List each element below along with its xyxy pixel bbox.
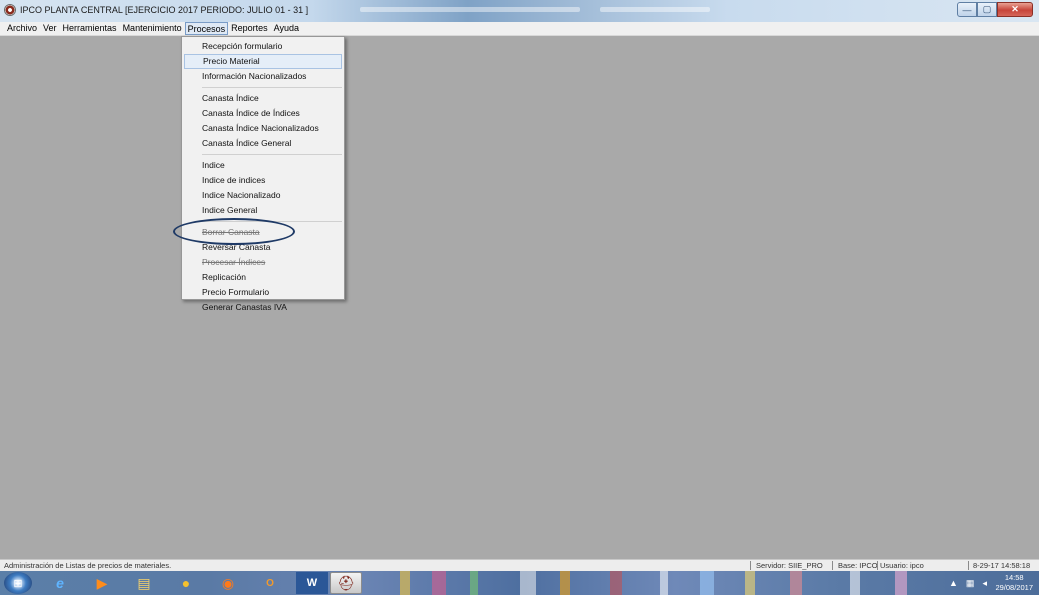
title-bar[interactable]: IPCO PLANTA CENTRAL [EJERCICIO 2017 PERI… [0,0,1039,22]
menu-bar: Archivo Ver Herramientas Mantenimiento P… [0,22,1039,36]
menu-mantenimiento[interactable]: Mantenimiento [120,22,185,35]
menu-item-indice[interactable]: Indice [182,158,344,173]
chrome-icon[interactable]: ● [170,572,202,594]
app-window: IPCO PLANTA CENTRAL [EJERCICIO 2017 PERI… [0,0,1039,595]
taskbar: ⊞ e ▶ ▤ ● ◉ O W ⛑ ▲ ▦ ◂ 14:58 29/08/2017 [0,571,1039,595]
menu-reportes[interactable]: Reportes [228,22,271,35]
ipco-app-icon[interactable]: ⛑ [330,572,362,594]
close-button[interactable]: ✕ [997,2,1033,17]
menu-item-indice-general[interactable]: Indice General [182,203,344,218]
status-bar: Administración de Listas de precios de m… [0,559,1039,571]
menu-item-canasta-indice-de-indices[interactable]: Canasta Índice de Índices [182,106,344,121]
media-player-icon[interactable]: ▶ [86,572,118,594]
status-divider [832,561,833,570]
outlook-icon[interactable]: O [254,572,286,594]
menu-ayuda[interactable]: Ayuda [271,22,302,35]
clock-time: 14:58 [1004,573,1024,582]
title-reflection [600,7,710,12]
status-base: Base: IPCO [838,561,878,570]
volume-icon[interactable]: ◂ [982,578,987,589]
minimize-button[interactable]: — [957,2,977,17]
clock-date: 29/08/2017 [995,583,1033,592]
status-datetime: 8-29-17 14:58:18 [973,561,1031,570]
file-explorer-icon[interactable]: ▤ [128,572,160,594]
status-user: Usuario: ipco [880,561,924,570]
taskbar-decoration [700,571,714,595]
title-reflection [360,7,580,12]
app-icon[interactable] [4,4,16,16]
maximize-button[interactable]: ▢ [977,2,997,17]
menu-item-precio-material[interactable]: Precio Material [184,54,342,69]
taskbar-decoration [660,571,668,595]
menu-item-recepcion-formulario[interactable]: Recepción formulario [182,39,344,54]
taskbar-decoration [520,571,536,595]
taskbar-decoration [610,571,622,595]
menu-separator [202,87,342,88]
menu-item-replicacion[interactable]: Replicación [182,270,344,285]
status-divider [968,561,969,570]
network-icon[interactable]: ▦ [966,578,975,589]
status-divider [877,561,878,570]
menu-item-canasta-indice-nacionalizados[interactable]: Canasta Índice Nacionalizados [182,121,344,136]
menu-procesos[interactable]: Procesos [184,22,229,35]
procesos-dropdown: Recepción formulario Precio Material Inf… [181,36,345,312]
window-title: IPCO PLANTA CENTRAL [EJERCICIO 2017 PERI… [20,5,309,15]
menu-item-generar-canastas-iva[interactable]: Generar Canastas IVA [182,300,344,315]
taskbar-decoration [850,571,860,595]
internet-explorer-icon[interactable]: e [44,572,76,594]
status-divider [750,561,751,570]
firefox-icon[interactable]: ◉ [212,572,244,594]
menu-separator [202,154,342,155]
taskbar-decoration [895,571,907,595]
status-message: Administración de Listas de precios de m… [4,561,172,570]
taskbar-decoration [790,571,802,595]
taskbar-clock[interactable]: 14:58 29/08/2017 [995,573,1033,593]
menu-item-canasta-indice[interactable]: Canasta Índice [182,91,344,106]
word-icon[interactable]: W [296,572,328,594]
menu-ver[interactable]: Ver [40,22,60,35]
taskbar-decoration [400,571,410,595]
show-hidden-icons-icon[interactable]: ▲ [949,578,958,588]
status-server: Servidor: SIIE_PRO [756,561,823,570]
taskbar-decoration [560,571,570,595]
menu-item-informacion-nacionalizados[interactable]: Información Nacionalizados [182,69,344,84]
menu-archivo[interactable]: Archivo [4,22,40,35]
taskbar-decoration [470,571,478,595]
taskbar-decoration [432,571,446,595]
menu-herramientas[interactable]: Herramientas [60,22,120,35]
menu-item-indice-nacionalizado[interactable]: Indice Nacionalizado [182,188,344,203]
menu-item-indice-de-indices[interactable]: Indice de indices [182,173,344,188]
menu-item-procesar-indices[interactable]: Procesar Índices [182,255,344,270]
annotation-circle [173,218,295,245]
menu-item-precio-formulario[interactable]: Precio Formulario [182,285,344,300]
start-button[interactable]: ⊞ [4,572,32,594]
menu-item-canasta-indice-general[interactable]: Canasta Índice General [182,136,344,151]
taskbar-decoration [745,571,755,595]
